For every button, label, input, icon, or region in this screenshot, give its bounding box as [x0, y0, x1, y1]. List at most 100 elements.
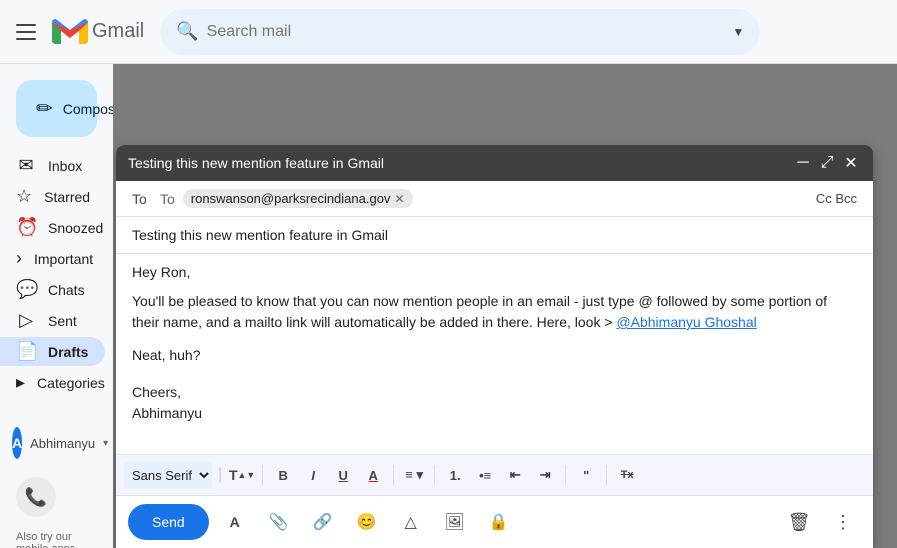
important-icon: › [16, 248, 22, 269]
chat-icon: 💬 [16, 279, 36, 300]
user-name: Abhimanyu [30, 436, 95, 451]
sidebar-item-label: Starred [44, 189, 90, 205]
expand-button[interactable]: ⤢ [817, 153, 837, 173]
italic-button[interactable]: I [299, 461, 327, 489]
phone-circle: 📞 [16, 477, 56, 517]
toolbar-divider-4 [565, 465, 566, 485]
sidebar-item-label: Drafts [48, 344, 88, 360]
font-color-button[interactable]: A [359, 461, 387, 489]
remove-recipient-icon[interactable]: ✕ [394, 192, 404, 206]
attach-button[interactable]: 📎 [261, 504, 297, 540]
subject-field [116, 217, 873, 253]
paperclip-icon: 📎 [269, 512, 289, 532]
recipient-chip[interactable]: ronswanson@parksrecindiana.gov ✕ [183, 189, 413, 208]
compose-bottom-toolbar: Send A 📎 🔗 😊 △ [116, 495, 873, 548]
link-icon: 🔗 [313, 512, 333, 532]
remove-formatting-button[interactable]: Tx [613, 461, 641, 489]
menu-icon[interactable] [16, 24, 36, 40]
sidebar-item-starred[interactable]: ☆ Starred [0, 182, 105, 211]
toolbar-divider-2 [393, 465, 394, 485]
search-bar[interactable]: 🔍 ▼ [160, 9, 760, 55]
user-dropdown-icon[interactable]: ▾ [103, 438, 108, 449]
sidebar-user[interactable]: A Abhimanyu ▾ [0, 419, 113, 467]
increase-indent-button[interactable]: ⇥ [531, 461, 559, 489]
send-button[interactable]: Send [128, 504, 209, 540]
sidebar-item-label: Chats [48, 282, 85, 298]
emoji-button[interactable]: 😊 [349, 504, 385, 540]
compose-header-actions: ─ ⤢ ✕ [793, 153, 861, 173]
trash-icon: 🗑 [788, 512, 811, 533]
bullet-list-button[interactable]: •≡ [471, 461, 499, 489]
sidebar-item-snoozed[interactable]: ⏰ Snoozed [0, 213, 105, 242]
emoji-icon: 😊 [357, 512, 377, 532]
underline-button[interactable]: U [329, 461, 357, 489]
sidebar-item-label: Snoozed [48, 220, 103, 236]
photo-button[interactable]: 🖼 [437, 504, 473, 540]
sent-icon: ▷ [16, 310, 36, 331]
confidential-button[interactable]: 🔒 [481, 504, 517, 540]
sidebar-item-label: Sent [48, 313, 77, 329]
sidebar: ✏ Compose ✉ Inbox ☆ Starred ⏰ Snoozed › … [0, 64, 113, 548]
drive-button[interactable]: △ [393, 504, 429, 540]
compose-header[interactable]: Testing this new mention feature in Gmai… [116, 145, 873, 181]
bold-button[interactable]: B [269, 461, 297, 489]
format-options-button[interactable]: A [217, 504, 253, 540]
categories-icon: ▸ [16, 372, 25, 393]
sidebar-item-sent[interactable]: ▷ Sent [0, 306, 105, 335]
sidebar-item-categories[interactable]: ▸ Categories [0, 368, 105, 397]
compose-button[interactable]: ✏ Compose [16, 80, 97, 137]
compose-window: Testing this new mention feature in Gmai… [116, 145, 873, 548]
avatar: A [12, 427, 22, 459]
cc-bcc-link[interactable]: Cc Bcc [816, 191, 857, 206]
toolbar-divider-3 [434, 465, 435, 485]
sidebar-item-drafts[interactable]: 📄 Drafts [0, 337, 105, 366]
to-field: To To ronswanson@parksrecindiana.gov ✕ C… [116, 181, 873, 217]
link-button[interactable]: 🔗 [305, 504, 341, 540]
numbered-list-button[interactable]: 1. [441, 461, 469, 489]
compose-window-title: Testing this new mention feature in Gmai… [128, 155, 384, 171]
email-neat: Neat, huh? [132, 345, 857, 366]
formatting-toolbar: Sans Serif | T▲▼ B I U A ≡ ▾ 1. •≡ ⇤ ⇥ [116, 454, 873, 495]
more-options-button[interactable]: ⋮ [825, 504, 861, 540]
decrease-indent-button[interactable]: ⇤ [501, 461, 529, 489]
star-icon: ☆ [16, 186, 32, 207]
to-text: To [160, 191, 175, 207]
phone-section[interactable]: 📞 [0, 469, 113, 525]
sidebar-item-important[interactable]: › Important [0, 244, 105, 273]
sidebar-item-chats[interactable]: 💬 Chats [0, 275, 105, 304]
search-input[interactable] [207, 23, 725, 41]
compose-fields: To To ronswanson@parksrecindiana.gov ✕ C… [116, 181, 873, 254]
snooze-icon: ⏰ [16, 217, 36, 238]
font-size-button[interactable]: T▲▼ [228, 461, 256, 489]
more-icon: ⋮ [834, 512, 852, 533]
toolbar-divider-1 [262, 465, 263, 485]
blockquote-button[interactable]: " [572, 461, 600, 489]
subject-input[interactable] [132, 227, 857, 243]
drafts-icon: 📄 [16, 341, 36, 362]
also-try-text: Also try our mobile apps [0, 527, 113, 548]
sidebar-item-label: Inbox [48, 158, 82, 174]
minimize-button[interactable]: ─ [793, 153, 813, 173]
discard-button[interactable]: 🗑 [781, 504, 817, 540]
phone-icon: 📞 [25, 487, 47, 508]
search-dropdown-icon[interactable]: ▼ [732, 25, 744, 39]
photo-icon: 🖼 [445, 512, 465, 532]
search-icon: 🔍 [176, 21, 198, 42]
gmail-logo-text: Gmail [92, 20, 144, 43]
compose-icon: ✏ [36, 96, 53, 121]
email-closing: Cheers, Abhimanyu [132, 382, 857, 424]
gmail-header: Gmail 🔍 ▼ [0, 0, 897, 64]
sidebar-item-inbox[interactable]: ✉ Inbox [0, 151, 105, 180]
closing-name: Abhimanyu [132, 403, 857, 424]
drive-icon: △ [405, 512, 417, 532]
inbox-icon: ✉ [16, 155, 36, 176]
toolbar-divider-5 [606, 465, 607, 485]
mention-link[interactable]: @Abhimanyu Ghoshal [616, 314, 756, 330]
align-button[interactable]: ≡ ▾ [400, 461, 428, 489]
gmail-logo: Gmail [52, 18, 144, 45]
font-family-select[interactable]: Sans Serif [124, 461, 212, 489]
close-button[interactable]: ✕ [841, 153, 861, 173]
compose-body[interactable]: Hey Ron, You'll be pleased to know that … [116, 254, 873, 454]
sidebar-item-label: Categories [37, 375, 105, 391]
email-content: You'll be pleased to know that you can n… [132, 291, 857, 333]
